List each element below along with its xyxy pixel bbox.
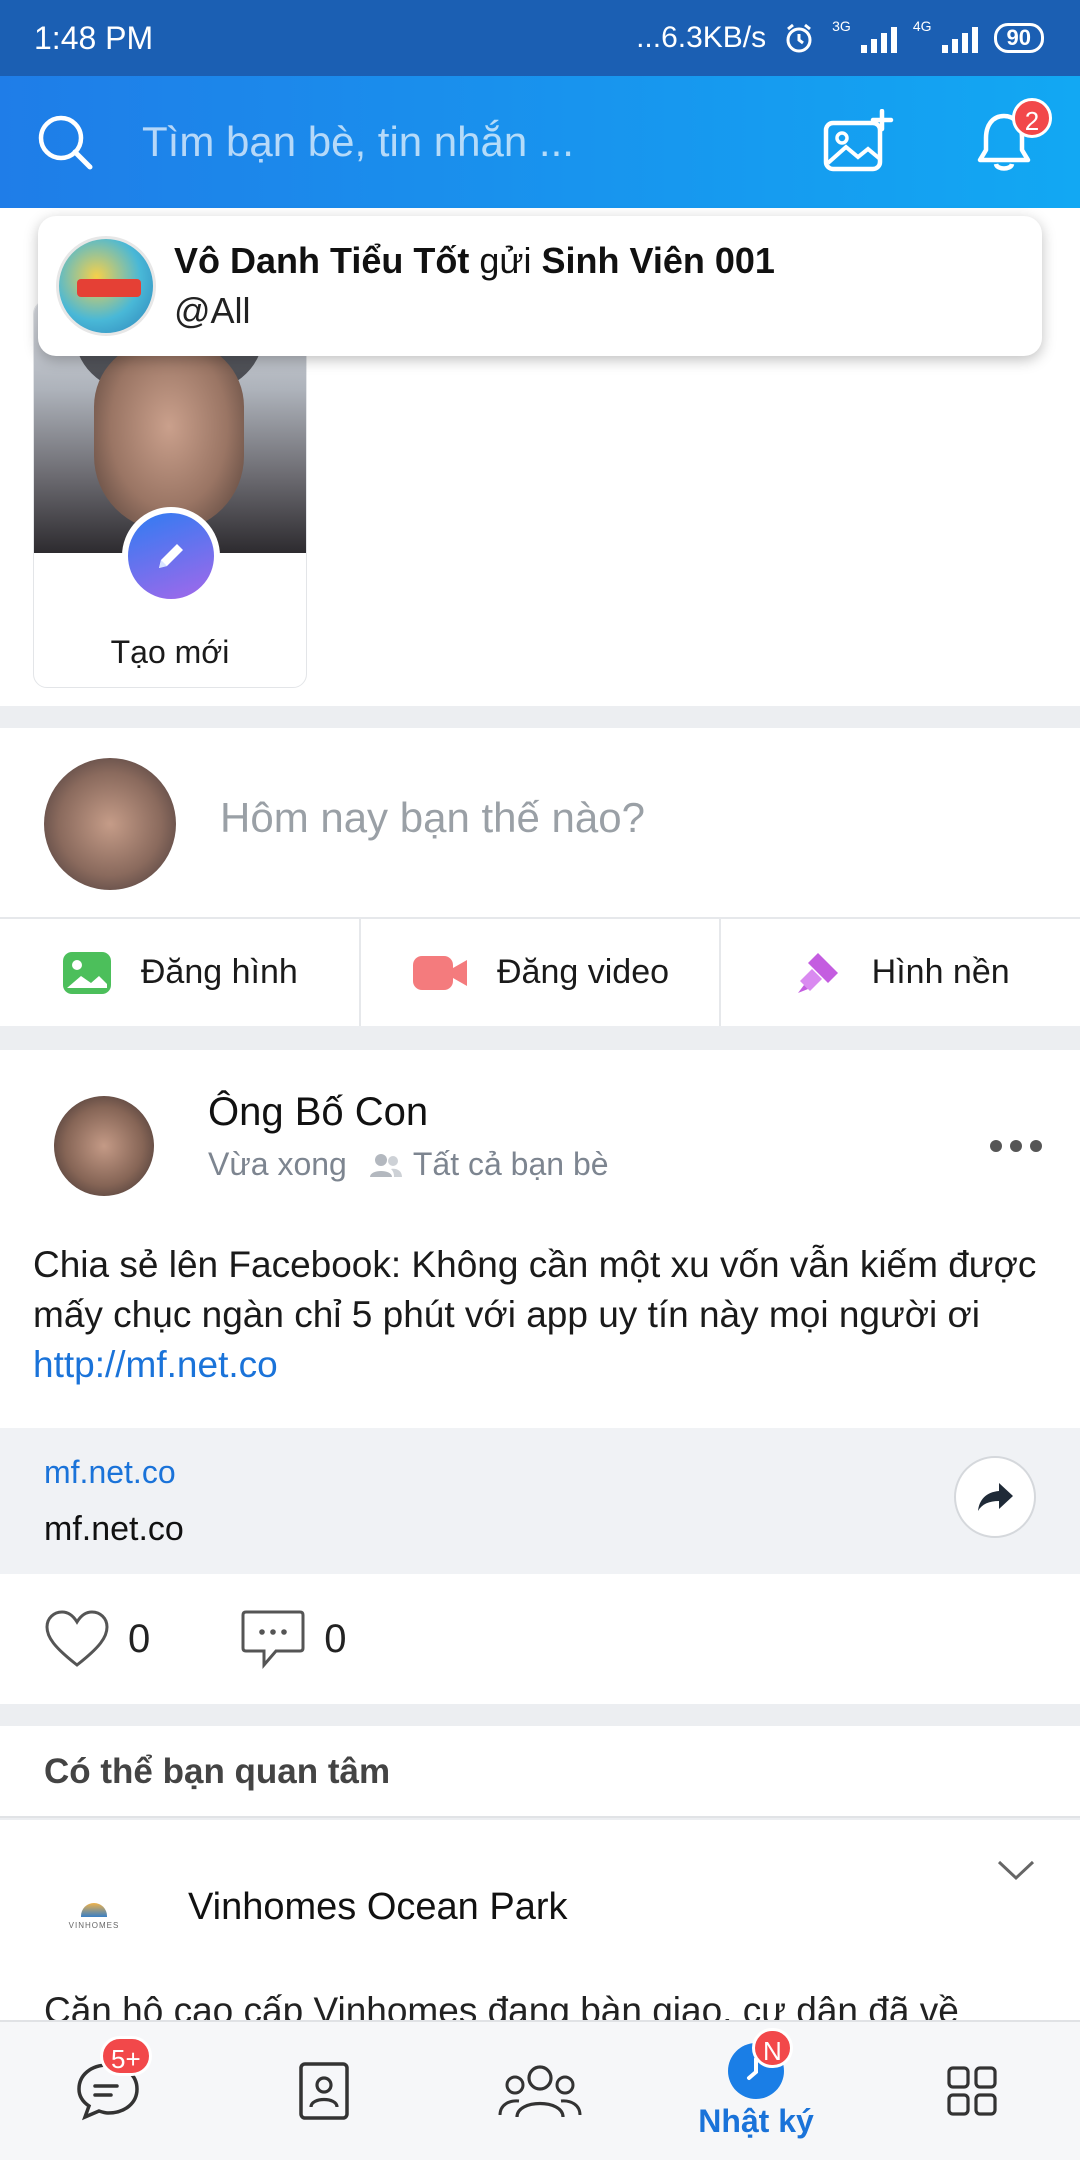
tab-more[interactable] bbox=[864, 2022, 1080, 2160]
paint-brush-icon bbox=[797, 952, 838, 993]
status-composer: Hôm nay bạn thế nào? Đăng hình Đăng vide… bbox=[0, 728, 1080, 1026]
messages-badge: 5+ bbox=[100, 2036, 152, 2076]
toast-group: Sinh Viên 001 bbox=[541, 240, 775, 281]
like-button[interactable]: 0 bbox=[44, 1609, 150, 1669]
comment-button[interactable]: 0 bbox=[240, 1608, 347, 1670]
post-photo-button[interactable]: Đăng hình bbox=[0, 919, 361, 1026]
post-meta: Vừa xong Tất cả bạn bè bbox=[208, 1146, 609, 1183]
post-time: Vừa xong bbox=[208, 1146, 347, 1182]
tab-timeline[interactable]: N Nhật ký bbox=[648, 2022, 864, 2160]
battery-icon: 90 bbox=[993, 23, 1044, 53]
status-time: 1:48 PM bbox=[34, 19, 154, 56]
search-input[interactable] bbox=[142, 118, 816, 166]
post-reactions: 0 0 bbox=[44, 1608, 347, 1670]
post-video-label: Đăng video bbox=[497, 953, 670, 991]
status-bar: 1:48 PM ...6.3KB/s 3G 4G 90 bbox=[0, 0, 1080, 76]
background-label: Hình nền bbox=[871, 953, 1010, 991]
comment-icon bbox=[241, 1610, 305, 1670]
composer-actions: Đăng hình Đăng video Hình nền bbox=[0, 917, 1080, 1026]
toast-verb: gửi bbox=[479, 240, 532, 281]
image-icon bbox=[62, 951, 111, 994]
post-video-button[interactable]: Đăng video bbox=[361, 919, 722, 1026]
create-story-card[interactable]: Tạo mới bbox=[33, 300, 307, 688]
bottom-navigation: 5+ N Nhật ký bbox=[0, 2020, 1080, 2160]
notification-badge: 2 bbox=[1012, 98, 1052, 138]
network-type-1: 3G bbox=[832, 18, 851, 34]
friends-icon bbox=[369, 1153, 402, 1177]
feed-post: Ông Bố Con Vừa xong Tất cả bạn bè Chia s… bbox=[0, 1050, 1080, 1704]
grid-icon bbox=[947, 2066, 997, 2116]
toast-sender: Vô Danh Tiểu Tốt bbox=[174, 240, 470, 281]
create-story-label: Tạo mới bbox=[110, 634, 230, 670]
logo-text: VINHOMES bbox=[68, 1920, 120, 1930]
tab-messages[interactable]: 5+ bbox=[0, 2022, 216, 2160]
net-speed: ...6.3KB/s bbox=[636, 21, 767, 54]
my-avatar[interactable] bbox=[44, 758, 176, 890]
background-button[interactable]: Hình nền bbox=[721, 919, 1080, 1026]
more-options-button[interactable] bbox=[990, 1140, 1042, 1152]
vinhomes-logo: VINHOMES bbox=[56, 1878, 132, 1954]
signal-icon bbox=[860, 23, 897, 53]
pencil-icon bbox=[159, 544, 183, 568]
post-author-name[interactable]: Ông Bố Con bbox=[208, 1090, 428, 1135]
video-camera-icon bbox=[413, 955, 467, 990]
heart-icon bbox=[45, 1610, 109, 1667]
post-body-text: Chia sẻ lên Facebook: Không cần một xu v… bbox=[33, 1244, 1037, 1335]
link-preview-title: mf.net.co bbox=[44, 1510, 184, 1548]
search-icon[interactable] bbox=[34, 111, 96, 173]
timeline-badge: N bbox=[752, 2028, 793, 2068]
post-photo-label: Đăng hình bbox=[140, 953, 298, 991]
post-text: Chia sẻ lên Facebook: Không cần một xu v… bbox=[33, 1240, 1043, 1390]
suggestions-title: Có thể bạn quan tâm bbox=[44, 1752, 391, 1791]
share-arrow-icon bbox=[978, 1483, 1013, 1511]
create-story-button[interactable] bbox=[122, 507, 220, 605]
tab-groups[interactable] bbox=[432, 2022, 648, 2160]
toast-message: @All bbox=[174, 290, 251, 331]
link-preview-domain: mf.net.co bbox=[44, 1454, 176, 1490]
composer-input[interactable]: Hôm nay bạn thế nào? bbox=[220, 794, 645, 842]
group-icon bbox=[498, 2065, 582, 2118]
like-count: 0 bbox=[128, 1616, 151, 1661]
comment-count: 0 bbox=[324, 1616, 347, 1661]
notifications-button[interactable]: 2 bbox=[962, 98, 1052, 184]
post-link[interactable]: http://mf.net.co bbox=[33, 1344, 278, 1385]
group-avatar bbox=[56, 236, 156, 336]
status-icons: ...6.3KB/s 3G 4G 90 bbox=[636, 18, 1044, 55]
alarm-icon bbox=[786, 23, 812, 53]
toast-texts: Vô Danh Tiểu Tốt gửi Sinh Viên 001 @All bbox=[174, 240, 775, 332]
add-photo-button[interactable] bbox=[816, 100, 900, 184]
tab-contacts[interactable] bbox=[216, 2022, 432, 2160]
post-author-avatar[interactable] bbox=[54, 1096, 154, 1196]
suggested-page-name[interactable]: Vinhomes Ocean Park bbox=[188, 1886, 568, 1929]
suggested-page-snippet: Căn hộ cao cấp Vinhomes đang bàn giao, c… bbox=[44, 1990, 959, 2020]
top-header: 2 bbox=[0, 76, 1080, 208]
link-preview[interactable]: mf.net.co mf.net.co bbox=[0, 1428, 1080, 1574]
suggestions-header: Có thể bạn quan tâm bbox=[0, 1726, 1080, 1818]
post-audience-label: Tất cả bạn bè bbox=[412, 1146, 609, 1182]
toast-title: Vô Danh Tiểu Tốt gửi Sinh Viên 001 bbox=[174, 240, 775, 282]
chevron-down-icon[interactable] bbox=[996, 1858, 1036, 1882]
network-type-2: 4G bbox=[912, 18, 932, 34]
battery-level: 90 bbox=[1006, 25, 1031, 50]
share-button[interactable] bbox=[954, 1456, 1036, 1538]
suggested-page[interactable]: VINHOMES Vinhomes Ocean Park Căn hộ cao … bbox=[0, 1820, 1080, 2020]
add-image-icon bbox=[823, 109, 894, 172]
tab-timeline-label: Nhật ký bbox=[698, 2102, 814, 2139]
post-audience: Tất cả bạn bè bbox=[369, 1146, 609, 1183]
message-notification-toast[interactable]: Vô Danh Tiểu Tốt gửi Sinh Viên 001 @All bbox=[38, 216, 1042, 356]
contacts-icon bbox=[299, 2062, 349, 2120]
signal-icon-2 bbox=[941, 23, 978, 53]
